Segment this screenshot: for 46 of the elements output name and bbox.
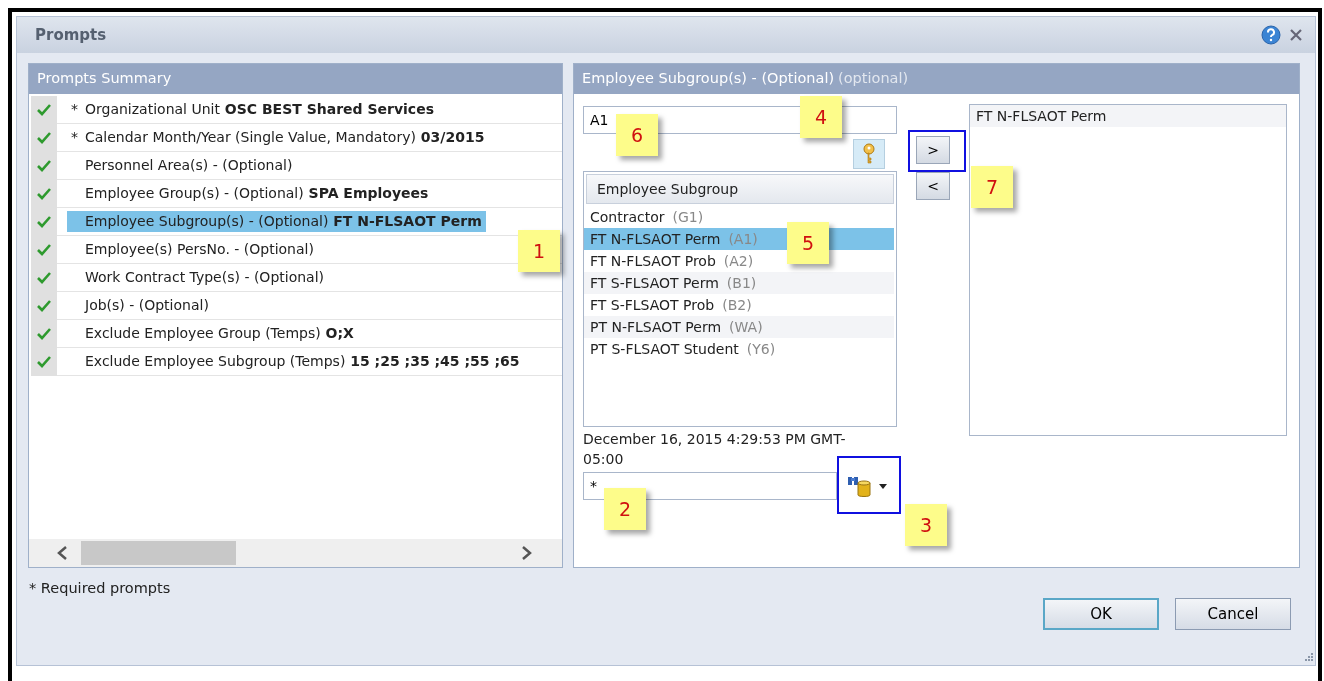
ok-button[interactable]: OK	[1043, 597, 1159, 630]
scrollbar-thumb[interactable]	[81, 541, 236, 565]
callout-note: 7	[971, 166, 1013, 208]
prompt-item[interactable]: * Organizational Unit OSC BEST Shared Services	[67, 99, 438, 120]
window-title: Prompts	[35, 24, 107, 46]
scroll-right-icon[interactable]	[520, 545, 534, 561]
footnote-text: * Required prompts	[28, 579, 171, 598]
callout-note: 6	[616, 114, 658, 156]
prompt-item[interactable]: Exclude Employee Group (Temps) O;X	[67, 323, 358, 344]
column-header[interactable]: Employee Subgroup	[586, 174, 894, 204]
timestamp-text: December 16, 2015 4:29:53 PM GMT-05:00	[583, 430, 847, 469]
subgroup-option[interactable]: FT S-FLSAOT Prob (B2)	[584, 294, 894, 316]
callout-note: 3	[905, 504, 947, 546]
key-button[interactable]	[853, 139, 885, 169]
subgroup-option[interactable]: FT S-FLSAOT Perm (B1)	[584, 272, 894, 294]
prompt-item[interactable]: Job(s) - (Optional)	[67, 295, 213, 316]
prompt-item[interactable]: Employee Subgroup(s) - (Optional) FT N-FLSAOT Perm	[67, 211, 486, 232]
subgroup-option[interactable]: PT S-FLSAOT Student (Y6)	[584, 338, 894, 360]
key-icon	[862, 143, 876, 165]
panel-title: Employee Subgroup(s) - (Optional)	[582, 69, 835, 89]
prompt-item[interactable]: Work Contract Type(s) - (Optional)	[67, 267, 329, 288]
binoculars-database-icon	[847, 474, 873, 498]
selected-value[interactable]: FT N-FLSAOT Perm	[970, 105, 1286, 127]
highlight-frame	[908, 130, 966, 172]
prompt-item[interactable]: Employee(s) PersNo. - (Optional)	[67, 239, 318, 260]
cancel-button[interactable]: Cancel	[1175, 597, 1291, 630]
filter-field[interactable]: *	[583, 472, 837, 500]
subgroup-option[interactable]: PT N-FLSAOT Perm (WA)	[584, 316, 894, 338]
optional-label: (optional)	[838, 69, 909, 89]
callout-note: 5	[787, 222, 829, 264]
prompt-item[interactable]: * Calendar Month/Year (Single Value, Mandatory) 03/2015	[67, 127, 489, 148]
remove-button[interactable]: <	[916, 172, 950, 200]
caret-icon	[879, 483, 887, 489]
horizontal-scrollbar[interactable]	[29, 539, 562, 567]
callout-note: 2	[604, 488, 646, 530]
callout-note: 4	[800, 96, 842, 138]
prompt-item[interactable]: Exclude Employee Subgroup (Temps) 15 ;25 ;35 ;45 ;55 ;65	[67, 351, 524, 372]
highlight-frame	[837, 456, 901, 514]
help-icon[interactable]	[1261, 25, 1281, 45]
callout-note: 1	[518, 230, 560, 272]
prompt-item[interactable]: Personnel Area(s) - (Optional)	[67, 155, 297, 176]
panel-title: Prompts Summary	[29, 64, 562, 94]
prompt-item[interactable]: Employee Group(s) - (Optional) SPA Employees	[67, 183, 433, 204]
scroll-left-icon[interactable]	[55, 545, 69, 561]
close-icon[interactable]	[1289, 28, 1303, 42]
add-button[interactable]: >	[916, 136, 950, 164]
